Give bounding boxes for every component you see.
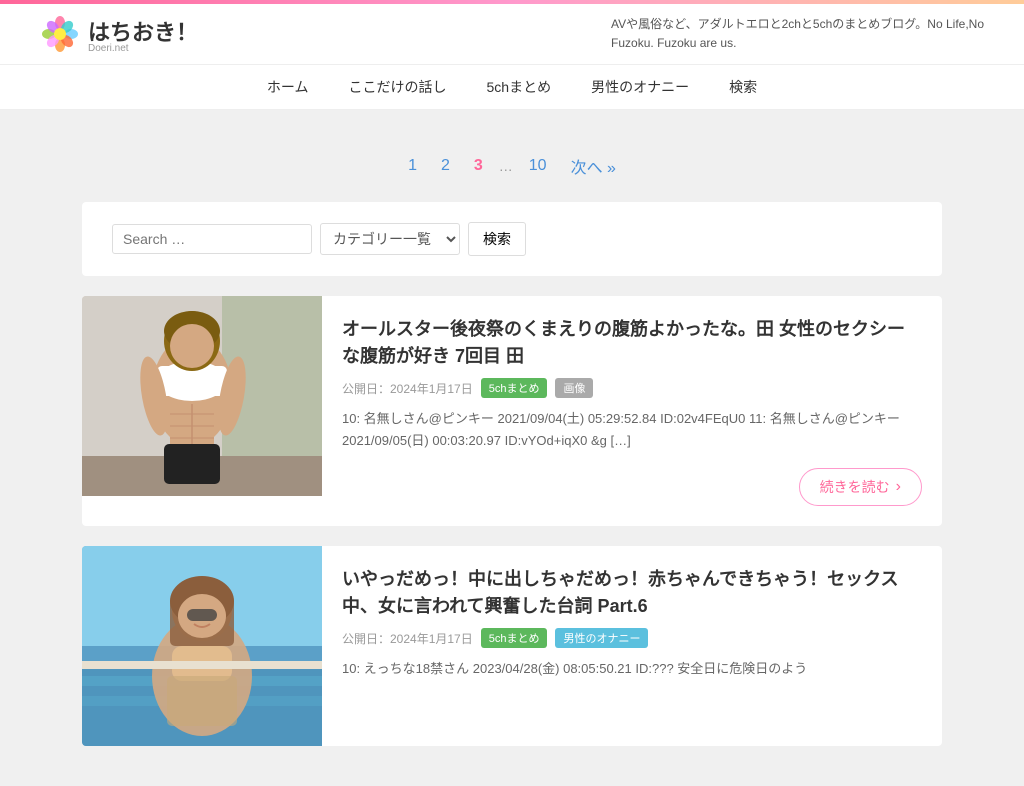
header-description: AVや風俗など、アダルトエロと2chと5chのまとめブログ。No Life,No… <box>611 15 984 53</box>
logo-icon <box>40 14 80 54</box>
category-select[interactable]: カテゴリー一覧 5chまとめ 男性のオナニー 画像 ニュース <box>320 223 460 255</box>
tag-5ch-1[interactable]: 5chまとめ <box>481 378 548 398</box>
article-thumbnail-2 <box>82 546 322 746</box>
read-more-label-1: 続きを読む <box>820 477 890 497</box>
logo-name-block: はちおき！ Doeri.net <box>88 15 198 54</box>
nav-item-search[interactable]: 検索 <box>729 77 757 97</box>
pagination-link-2[interactable]: 2 <box>433 153 458 179</box>
nav-item-home[interactable]: ホーム <box>267 77 309 97</box>
article-excerpt-2: 10: えっちな18禁さん 2023/04/28(金) 08:05:50.21 … <box>342 658 922 680</box>
nav-item-5ch[interactable]: 5chまとめ <box>487 77 552 97</box>
pagination-dots: … <box>499 158 513 174</box>
article-thumbnail-1 <box>82 296 322 496</box>
page-content: 1 2 3 … 10 次へ » カテゴリー一覧 5chまとめ 男性のオナニー 画… <box>62 110 962 786</box>
pagination-next[interactable]: 次へ » <box>563 150 624 182</box>
main-nav: ホーム ここだけの話し 5chまとめ 男性のオナニー 検索 <box>0 65 1024 110</box>
tag-img-1[interactable]: 画像 <box>555 378 593 398</box>
nav-item-kokodake[interactable]: ここだけの話し <box>349 77 447 97</box>
search-button[interactable]: 検索 <box>468 222 526 256</box>
search-input[interactable] <box>112 224 312 254</box>
article-meta-2: 公開日：2024年1月17日 5chまとめ 男性のオナニー <box>342 628 922 648</box>
article-title-1: オールスター後夜祭のくまえりの腹筋よかったな。田 女性のセクシーな腹筋が好き 7… <box>342 316 922 370</box>
search-box: カテゴリー一覧 5chまとめ 男性のオナニー 画像 ニュース 検索 <box>82 202 942 276</box>
article-date-2: 公開日：2024年1月17日 <box>342 630 473 647</box>
search-form: カテゴリー一覧 5chまとめ 男性のオナニー 画像 ニュース 検索 <box>112 222 912 256</box>
article-image-2 <box>82 546 322 746</box>
pagination-link-10[interactable]: 10 <box>521 153 555 179</box>
article-title-2: いやっだめっ！中に出しちゃだめっ！赤ちゃんできちゃう！セックス中、女に言われて興… <box>342 566 922 620</box>
pagination-current: 3 <box>466 153 491 179</box>
logo[interactable]: はちおき！ Doeri.net <box>40 14 198 54</box>
article-body-1: オールスター後夜祭のくまえりの腹筋よかったな。田 女性のセクシーな腹筋が好き 7… <box>322 296 942 526</box>
pagination: 1 2 3 … 10 次へ » <box>82 150 942 182</box>
nav-item-onani[interactable]: 男性のオナニー <box>591 77 689 97</box>
read-more-1[interactable]: 続きを読む › <box>799 468 922 506</box>
logo-title: はちおき！ <box>88 15 198 47</box>
article-card-2: いやっだめっ！中に出しちゃだめっ！赤ちゃんできちゃう！セックス中、女に言われて興… <box>82 546 942 746</box>
article-card: オールスター後夜祭のくまえりの腹筋よかったな。田 女性のセクシーな腹筋が好き 7… <box>82 296 942 526</box>
article-meta-1: 公開日：2024年1月17日 5chまとめ 画像 <box>342 378 922 398</box>
read-more-arrow-1: › <box>896 478 901 496</box>
article-excerpt-1: 10: 名無しさん@ピンキー 2021/09/04(土) 05:29:52.84… <box>342 408 922 452</box>
pagination-link-1[interactable]: 1 <box>400 153 425 179</box>
header: はちおき！ Doeri.net AVや風俗など、アダルトエロと2chと5chのま… <box>0 4 1024 65</box>
tag-5ch-2[interactable]: 5chまとめ <box>481 628 548 648</box>
tag-onani-2[interactable]: 男性のオナニー <box>555 628 648 648</box>
article-image-1 <box>82 296 322 496</box>
article-date-1: 公開日：2024年1月17日 <box>342 380 473 397</box>
article-body-2: いやっだめっ！中に出しちゃだめっ！赤ちゃんできちゃう！セックス中、女に言われて興… <box>322 546 942 746</box>
